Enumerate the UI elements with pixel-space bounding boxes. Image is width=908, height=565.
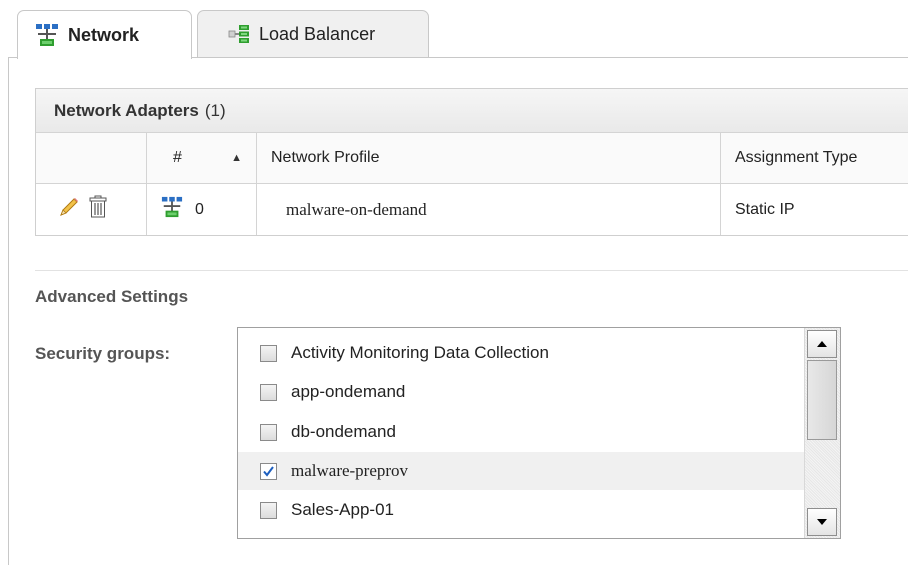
profile-cell: malware-on-demand <box>256 184 720 235</box>
row-actions-cell <box>36 184 146 235</box>
adapter-profile: malware-on-demand <box>286 199 427 219</box>
security-group-checkbox[interactable] <box>260 423 277 441</box>
index-column-header[interactable]: # ▲ <box>146 133 256 183</box>
load-balancer-icon <box>228 23 250 45</box>
edit-pencil-icon[interactable] <box>58 196 80 223</box>
security-group-checkbox[interactable] <box>260 344 277 362</box>
sort-ascending-icon: ▲ <box>231 152 242 164</box>
adapters-table-header: # ▲ Network Profile Assignment Type <box>36 133 908 184</box>
adapter-assignment: Static IP <box>735 200 795 218</box>
adapter-network-icon <box>161 196 183 223</box>
index-cell: 0 <box>146 184 256 235</box>
table-row: 0 malware-on-demand Static IP <box>36 184 908 235</box>
list-item[interactable]: Sales-App-01 <box>238 491 804 529</box>
network-adapters-header: Network Adapters (1) <box>36 89 908 133</box>
security-group-label: app-ondemand <box>291 382 406 401</box>
adapter-index: 0 <box>195 200 204 218</box>
section-divider <box>35 270 908 271</box>
security-group-checkbox-checked[interactable] <box>260 462 277 480</box>
profile-column-label: Network Profile <box>271 149 380 166</box>
scroll-up-button[interactable] <box>807 330 837 358</box>
assignment-cell: Static IP <box>720 184 908 235</box>
index-column-label: # <box>173 149 182 166</box>
tab-load-balancer[interactable]: Load Balancer <box>197 10 429 58</box>
network-adapters-count: (1) <box>204 100 226 120</box>
security-group-checkbox[interactable] <box>260 383 277 401</box>
profile-column-header[interactable]: Network Profile <box>256 133 720 183</box>
delete-trash-icon[interactable] <box>88 195 108 224</box>
assignment-column-label: Assignment Type <box>735 149 858 166</box>
advanced-settings-title: Advanced Settings <box>35 287 189 306</box>
security-groups-listbox[interactable]: Activity Monitoring Data Collection app-… <box>237 327 841 539</box>
tab-network[interactable]: Network <box>17 10 192 59</box>
assignment-column-header[interactable]: Assignment Type <box>720 133 908 183</box>
security-group-label: Sales-App-01 <box>291 500 395 519</box>
list-item[interactable]: malware-preprov <box>238 452 804 490</box>
tab-load-balancer-label: Load Balancer <box>259 23 376 44</box>
network-icon <box>35 23 59 47</box>
network-adapters-panel: Network Adapters (1) # ▲ Network Profile… <box>35 88 908 236</box>
list-item[interactable]: db-ondemand <box>238 413 804 451</box>
security-group-label: db-ondemand <box>291 422 396 441</box>
tab-network-label: Network <box>68 24 140 45</box>
security-group-checkbox[interactable] <box>260 501 277 519</box>
scrollbar-thumb[interactable] <box>807 360 837 440</box>
security-groups-label: Security groups: <box>35 344 171 363</box>
arrow-down-icon <box>817 519 827 525</box>
network-adapters-title: Network Adapters <box>54 100 199 120</box>
security-group-label: malware-preprov <box>291 461 409 480</box>
arrow-up-icon <box>817 341 827 347</box>
actions-column-header <box>36 133 146 183</box>
checkmark-icon <box>263 465 274 477</box>
list-item[interactable]: app-ondemand <box>238 373 804 411</box>
tab-panel-left-border <box>8 57 9 565</box>
network-settings-page: Network Load Balancer Network Adapters (… <box>0 0 908 565</box>
list-item[interactable]: Activity Monitoring Data Collection <box>238 334 804 372</box>
scroll-down-button[interactable] <box>807 508 837 536</box>
listbox-scrollbar[interactable] <box>804 328 840 538</box>
security-group-label: Activity Monitoring Data Collection <box>291 343 549 362</box>
